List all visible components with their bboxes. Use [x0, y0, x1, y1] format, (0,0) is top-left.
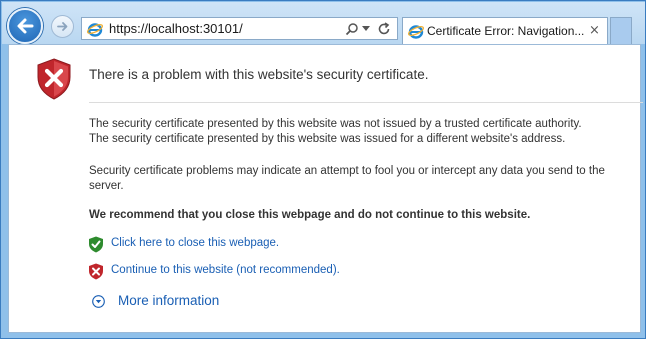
tab-title: Certificate Error: Navigation...: [427, 24, 585, 38]
close-webpage-link[interactable]: Click here to close this webpage.: [111, 237, 279, 249]
error-page: There is a problem with this website's s…: [8, 44, 643, 333]
close-tab-icon[interactable]: ×: [589, 23, 600, 38]
new-tab-button[interactable]: [610, 17, 632, 44]
forward-button[interactable]: [51, 15, 74, 38]
chevron-down-circle-icon[interactable]: [92, 295, 105, 308]
reason-address-mismatch: The security certificate presented by th…: [89, 133, 566, 145]
tab-certificate-error[interactable]: Certificate Error: Navigation... ×: [402, 17, 608, 45]
address-bar[interactable]: https://localhost:30101/: [81, 17, 398, 40]
green-check-shield-icon: [89, 236, 103, 253]
warning-text: Security certificate problems may indica…: [89, 165, 605, 192]
red-x-shield-icon: [89, 263, 103, 280]
back-arrow-icon: [17, 18, 34, 34]
search-icon[interactable]: [345, 22, 359, 36]
ie-logo-icon: [87, 23, 103, 37]
continue-website-link[interactable]: Continue to this website (not recommende…: [111, 264, 340, 276]
back-button[interactable]: [7, 8, 43, 44]
browser-toolbar: https://localhost:30101/ Certificate Err…: [2, 2, 645, 45]
more-information-link[interactable]: More information: [118, 293, 219, 308]
refresh-icon[interactable]: [377, 22, 391, 36]
ie-logo-icon: [408, 25, 424, 39]
error-shield-icon: [37, 58, 71, 100]
browser-window: https://localhost:30101/ Certificate Err…: [0, 0, 646, 339]
page-title: There is a problem with this website's s…: [89, 67, 429, 82]
chevron-down-icon[interactable]: [362, 26, 370, 32]
reason-untrusted-authority: The security certificate presented by th…: [89, 118, 582, 130]
forward-arrow-icon: [57, 22, 68, 31]
divider: [89, 102, 643, 103]
recommendation-text: We recommend that you close this webpage…: [89, 209, 531, 221]
address-url[interactable]: https://localhost:30101/: [109, 21, 243, 36]
